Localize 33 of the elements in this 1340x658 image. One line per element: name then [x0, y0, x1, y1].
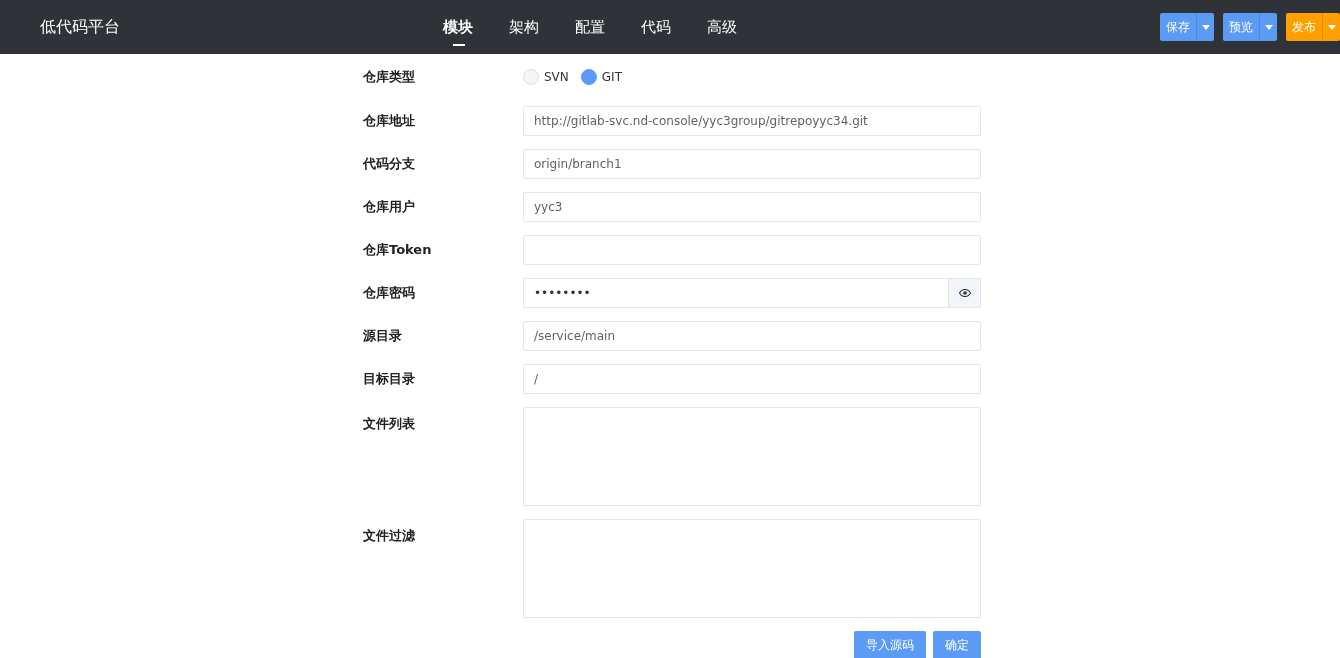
- text-field[interactable]: /service/main: [523, 321, 981, 351]
- field-label: 代码分支: [363, 155, 416, 173]
- field-label: 仓库Token: [363, 241, 433, 259]
- text-field[interactable]: yyc3: [523, 192, 981, 222]
- text-field[interactable]: origin/branch1: [523, 149, 981, 179]
- radio-option[interactable]: GIT: [580, 69, 622, 85]
- field-label: 仓库用户: [363, 198, 416, 216]
- field-label: 仓库密码: [363, 284, 416, 302]
- field-label: 源目录: [363, 327, 403, 345]
- app-title: 低代码平台: [40, 16, 121, 38]
- field-label: 仓库地址: [363, 112, 416, 130]
- password-field[interactable]: ••••••••: [523, 278, 948, 308]
- caret-icon: [1201, 24, 1210, 30]
- field-label: 文件列表: [363, 415, 416, 433]
- nav-tab[interactable]: 配置: [575, 0, 641, 54]
- nav-tab[interactable]: 模块: [443, 0, 509, 54]
- field-label: 目标目录: [363, 370, 416, 388]
- text-field[interactable]: http://gitlab-svc.nd-console/yyc3group/gitrepoyyc34.git: [523, 106, 981, 136]
- text-field[interactable]: /: [523, 364, 981, 394]
- nav-tab[interactable]: 高级: [707, 0, 773, 54]
- text-field[interactable]: [523, 235, 981, 265]
- radio-option[interactable]: SVN: [523, 69, 569, 85]
- nav-tab[interactable]: 代码: [641, 0, 707, 54]
- caret-icon: [1264, 24, 1273, 30]
- nav-tab[interactable]: 架构: [509, 0, 575, 54]
- field-label: 文件过滤: [363, 527, 416, 545]
- dropdown-button[interactable]: [1322, 13, 1340, 41]
- caret-icon: [1327, 24, 1336, 30]
- show-password-button[interactable]: [948, 278, 981, 308]
- dropdown-button[interactable]: [1196, 13, 1214, 41]
- dropdown-button[interactable]: [1259, 13, 1277, 41]
- field-label: 仓库类型: [363, 68, 416, 86]
- eye-icon: [958, 289, 971, 297]
